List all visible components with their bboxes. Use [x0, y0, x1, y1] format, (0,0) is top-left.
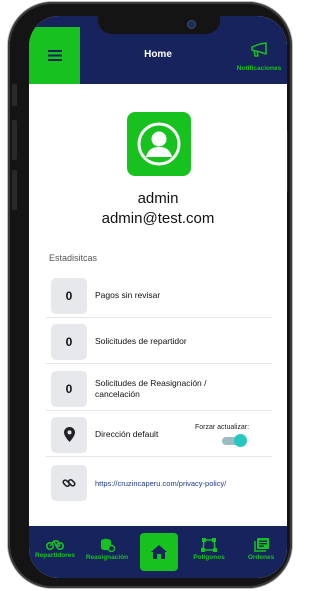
- address-label: Dirección default: [95, 429, 159, 439]
- stat-value-tile: 0: [51, 323, 87, 360]
- link-icon: [62, 478, 76, 488]
- nav-label: Reasignación: [85, 554, 129, 561]
- polygon-icon: [201, 538, 217, 552]
- stat-label: Pagos sin revisar: [95, 290, 161, 300]
- user-email: admin@test.com: [101, 210, 215, 227]
- bottom-navigation: Repartidores Reasignación Polígonos Orde…: [29, 526, 287, 578]
- privacy-policy-link[interactable]: https://cruzincaperu.com/privacy-policy/: [95, 479, 226, 488]
- orders-icon: [253, 538, 269, 552]
- stat-value-tile: 0: [51, 277, 87, 314]
- nav-reasignacion[interactable]: Reasignación: [81, 538, 133, 561]
- location-pin-icon: [63, 427, 75, 442]
- phone-notch: [98, 16, 220, 34]
- privacy-policy-row[interactable]: https://cruzincaperu.com/privacy-policy/: [46, 461, 272, 505]
- stat-row-courier-requests[interactable]: 0 Solicitudes de repartidor: [46, 320, 272, 364]
- nav-repartidores[interactable]: Repartidores: [29, 538, 81, 559]
- stat-label: Solicitudes de repartidor: [95, 336, 187, 346]
- link-icon-tile: [51, 465, 87, 501]
- volume-down-button: [12, 170, 17, 210]
- address-icon-tile: [51, 416, 87, 453]
- toggle-knob: [234, 434, 247, 447]
- force-refresh-label: Forzar actualizar:: [194, 424, 250, 431]
- notifications-label: Notificaciones: [236, 65, 282, 72]
- user-name: admin: [137, 190, 179, 207]
- nav-home[interactable]: [140, 533, 178, 571]
- home-icon: [151, 545, 167, 559]
- avatar: [127, 112, 191, 176]
- camera-icon: [187, 20, 196, 29]
- coin-stack-icon: [101, 538, 115, 552]
- user-avatar-icon: [137, 122, 181, 166]
- nav-label: Repartidores: [34, 552, 76, 559]
- notifications-button[interactable]: Notificaciones: [231, 42, 287, 72]
- stat-label: Solicitudes de Reasignación / cancelació…: [95, 377, 207, 399]
- stat-value-tile: 0: [51, 370, 87, 407]
- force-refresh-control: Forzar actualizar:: [187, 424, 257, 447]
- nav-label: Ordenes: [247, 554, 275, 561]
- mute-switch: [12, 84, 17, 106]
- nav-label: Polígonos: [193, 554, 225, 561]
- stats-section-title: Estadisitcas: [49, 253, 98, 263]
- volume-up-button: [12, 120, 17, 160]
- megaphone-icon: [251, 42, 267, 57]
- top-app-bar: Home Notificaciones: [29, 16, 287, 84]
- nav-poligonos[interactable]: Polígonos: [183, 538, 235, 561]
- stat-row-reassignment-requests[interactable]: 0 Solicitudes de Reasignación / cancelac…: [46, 367, 272, 411]
- app-screen: Home Notificaciones admin admin@test.com…: [29, 16, 287, 578]
- phone-frame: Home Notificaciones admin admin@test.com…: [8, 2, 292, 588]
- nav-ordenes[interactable]: Ordenes: [235, 538, 287, 561]
- bicycle-icon: [46, 540, 64, 550]
- stat-row-pending-payments[interactable]: 0 Pagos sin revisar: [46, 274, 272, 318]
- force-refresh-toggle[interactable]: [222, 434, 247, 447]
